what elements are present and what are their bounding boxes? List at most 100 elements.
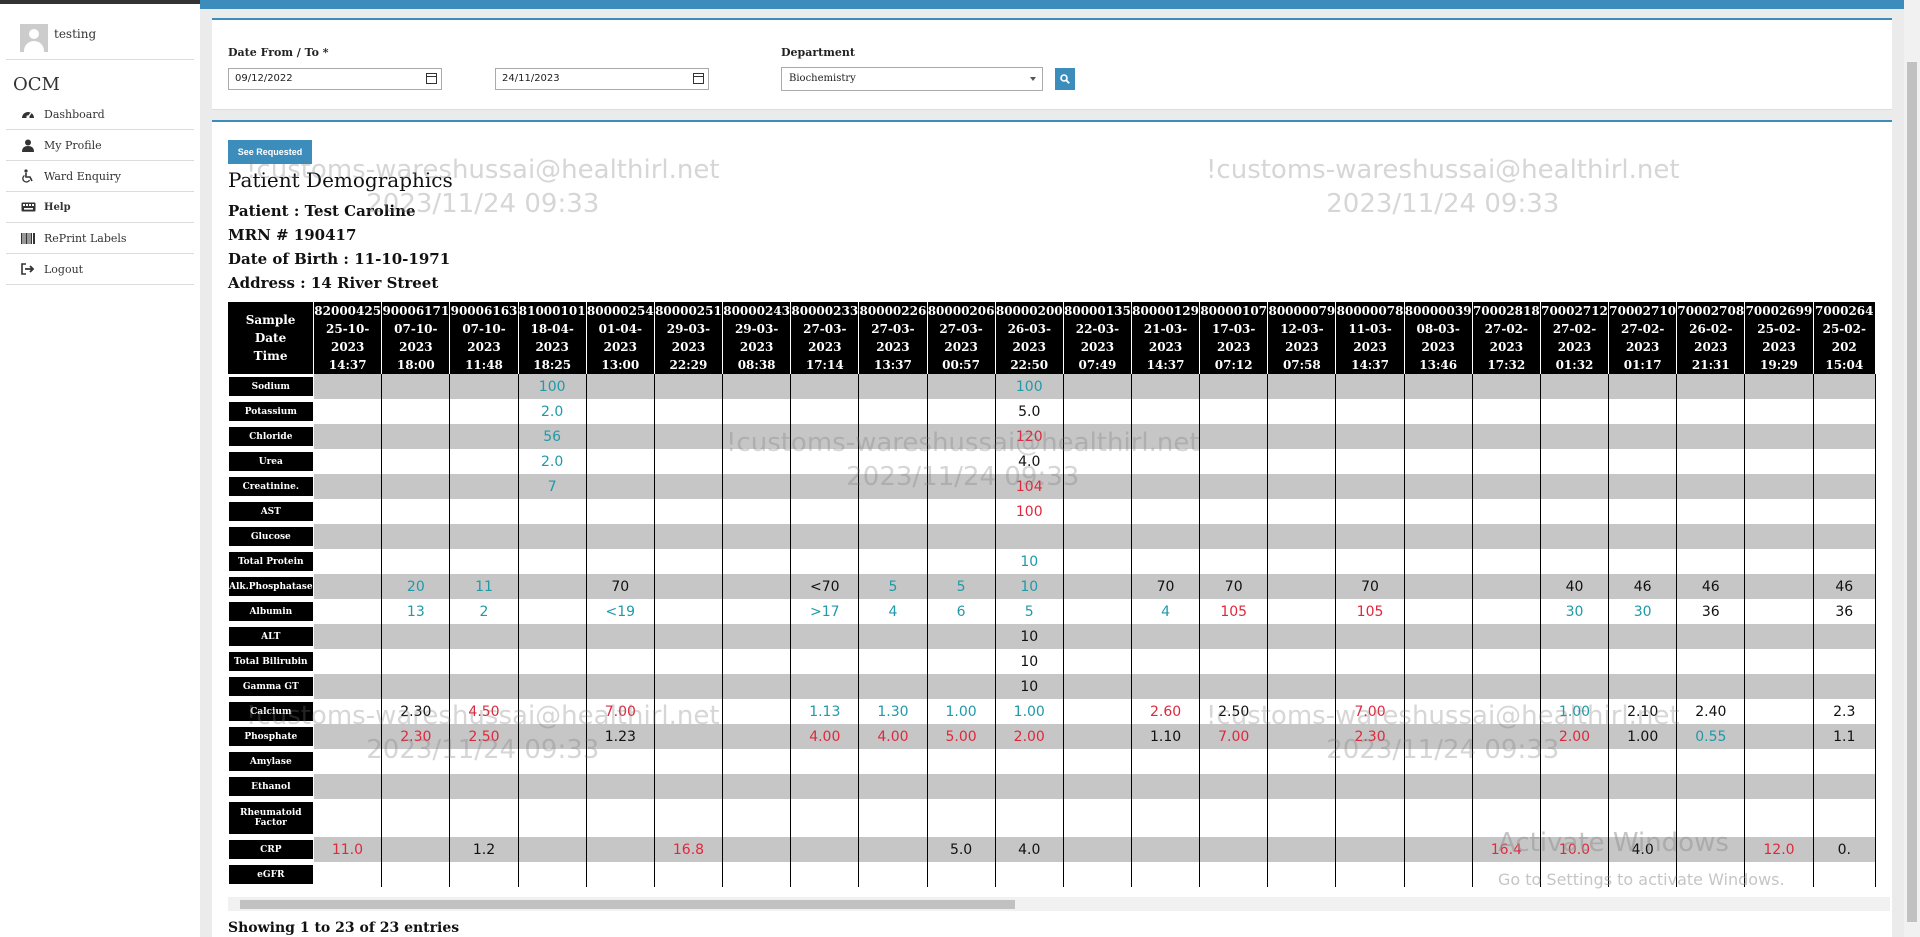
result-cell xyxy=(858,399,928,424)
calendar-icon[interactable] xyxy=(693,73,704,84)
result-cell xyxy=(722,799,792,837)
result-cell xyxy=(1063,749,1132,774)
scroll-thumb[interactable] xyxy=(1907,62,1917,922)
sample-column-header[interactable]: 80000039 08-03-2023 13:46 xyxy=(1404,302,1473,374)
result-cell: 70 xyxy=(1131,574,1201,599)
sample-column-header[interactable]: 81000101 18-04-2023 18:25 xyxy=(518,302,587,374)
result-cell: <70 xyxy=(790,574,860,599)
result-cell xyxy=(858,862,928,887)
result-cell xyxy=(1608,424,1678,449)
result-cell xyxy=(654,549,724,574)
page-scrollbar[interactable] xyxy=(1904,0,1920,937)
sample-column-header[interactable]: 70002710 27-02-2023 01:17 xyxy=(1608,302,1678,374)
scroll-thumb[interactable] xyxy=(240,900,1015,909)
result-cell xyxy=(1335,549,1405,574)
sample-column-header[interactable]: 80000129 21-03-2023 14:37 xyxy=(1131,302,1201,374)
nav-label: RePrint Labels xyxy=(44,231,127,245)
result-cell xyxy=(1335,399,1405,424)
column-date: 25-02-2023 xyxy=(1757,322,1801,354)
sample-column-header[interactable]: 80000226 27-03-2023 13:37 xyxy=(858,302,928,374)
department-select[interactable]: Biochemistry xyxy=(781,67,1043,91)
sample-column-header[interactable]: 70002818 27-02-2023 17:32 xyxy=(1472,302,1541,374)
result-cell xyxy=(654,862,724,887)
column-sample: 90006171 xyxy=(382,304,450,318)
column-date: 07-10-2023 xyxy=(462,322,506,354)
result-cell xyxy=(858,374,928,399)
sample-column-header[interactable]: 7000264 25-02-202 15:04 xyxy=(1813,302,1876,374)
sample-column-header[interactable]: 80000233 27-03-2023 17:14 xyxy=(790,302,860,374)
sample-column-header[interactable]: 80000078 11-03-2023 14:37 xyxy=(1335,302,1405,374)
sample-column-header[interactable]: 80000206 27-03-2023 00:57 xyxy=(927,302,996,374)
sample-column-header[interactable]: 80000254 01-04-2023 13:00 xyxy=(586,302,655,374)
sample-column-header[interactable]: 80000107 17-03-2023 07:12 xyxy=(1199,302,1269,374)
table-horizontal-scrollbar[interactable] xyxy=(228,897,1890,911)
sample-column-header[interactable]: 80000243 29-03-2023 08:38 xyxy=(722,302,792,374)
sample-column-header[interactable]: 80000251 29-03-2023 22:29 xyxy=(654,302,724,374)
result-cell: 0.55 xyxy=(1676,724,1746,749)
sample-column-header[interactable]: 90006163 07-10-2023 11:48 xyxy=(449,302,519,374)
result-cell xyxy=(1404,499,1473,524)
result-cell xyxy=(927,674,996,699)
result-cell xyxy=(313,799,383,837)
result-cell xyxy=(790,674,860,699)
result-cell xyxy=(1472,499,1541,524)
sample-column-header[interactable]: 70002699 25-02-2023 19:29 xyxy=(1744,302,1814,374)
result-cell xyxy=(1267,724,1337,749)
result-cell xyxy=(1744,374,1814,399)
result-cell xyxy=(1335,424,1405,449)
result-cell xyxy=(518,862,587,887)
result-cell: 4.00 xyxy=(790,724,860,749)
column-sample: 70002818 xyxy=(1472,304,1540,318)
result-cell xyxy=(722,774,792,799)
test-name-label: Gamma GT xyxy=(229,677,313,696)
sample-column-header[interactable]: 80000135 22-03-2023 07:49 xyxy=(1063,302,1132,374)
result-cell xyxy=(722,674,792,699)
result-cell xyxy=(1131,649,1201,674)
result-cell xyxy=(654,749,724,774)
column-time: 18:25 xyxy=(533,358,572,372)
result-cell: 100 xyxy=(518,374,587,399)
result-cell: 70 xyxy=(586,574,655,599)
sample-column-header[interactable]: 70002712 27-02-2023 01:32 xyxy=(1540,302,1610,374)
result-cell xyxy=(995,799,1064,837)
result-cell xyxy=(381,424,451,449)
search-button[interactable] xyxy=(1055,68,1075,90)
result-cell xyxy=(1063,774,1132,799)
sample-column-header[interactable]: 80000200 26-03-2023 22:50 xyxy=(995,302,1064,374)
sample-column-header[interactable]: 70002708 26-02-2023 21:31 xyxy=(1676,302,1746,374)
result-cell xyxy=(790,499,860,524)
result-cell xyxy=(1267,399,1337,424)
result-cell: 4 xyxy=(1131,599,1201,624)
nav-item-logout[interactable]: Logout xyxy=(6,254,194,285)
result-cell xyxy=(518,574,587,599)
see-requested-button[interactable]: See Requested xyxy=(228,140,312,164)
nav-item-dashboard[interactable]: Dashboard xyxy=(6,99,194,130)
result-cell xyxy=(790,862,860,887)
table-row: Total Bilirubin 10 xyxy=(228,649,1876,674)
column-sample: 81000101 xyxy=(518,304,586,318)
result-cell: 4.0 xyxy=(995,449,1064,474)
test-name-label: Calcium xyxy=(229,702,313,721)
nav-item-ward-enquiry[interactable]: Ward Enquiry xyxy=(6,161,194,192)
result-cell xyxy=(858,774,928,799)
result-cell xyxy=(654,799,724,837)
result-cell xyxy=(313,574,383,599)
column-time: 22:29 xyxy=(669,358,708,372)
result-cell xyxy=(1744,524,1814,549)
result-cell: 1.30 xyxy=(858,699,928,724)
sample-column-header[interactable]: 80000079 12-03-2023 07:58 xyxy=(1267,302,1337,374)
result-cell xyxy=(927,862,996,887)
sample-column-header[interactable]: 82000425 25-10-2023 14:37 xyxy=(313,302,383,374)
sample-column-header[interactable]: 90006171 07-10-2023 18:00 xyxy=(381,302,451,374)
nav-item-my-profile[interactable]: My Profile xyxy=(6,130,194,161)
date-from-input[interactable]: 09/12/2022 xyxy=(228,68,442,90)
nav-item-help[interactable]: Help xyxy=(6,192,194,223)
calendar-icon[interactable] xyxy=(426,73,437,84)
result-cell xyxy=(1472,699,1541,724)
nav-item-reprint-labels[interactable]: RePrint Labels xyxy=(6,223,194,254)
result-cell: 105 xyxy=(1335,599,1405,624)
result-cell xyxy=(381,649,451,674)
result-cell: 1.00 xyxy=(995,699,1064,724)
date-to-input[interactable]: 24/11/2023 xyxy=(495,68,709,90)
nav-label: Ward Enquiry xyxy=(44,169,121,183)
